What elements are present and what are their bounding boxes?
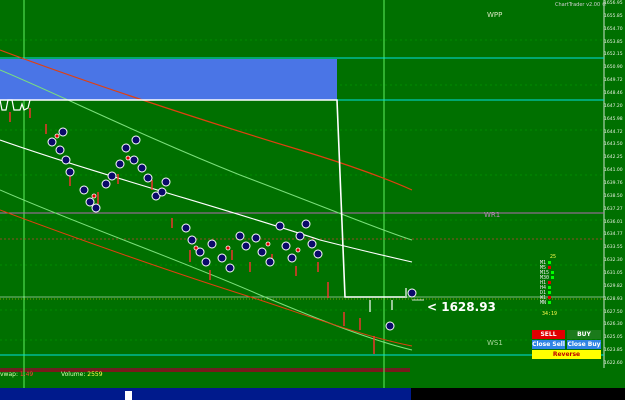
y-axis-label: 1643.50 <box>604 142 623 148</box>
volume-value: 2559 <box>87 371 103 378</box>
y-axis-label: 1654.70 <box>604 26 623 32</box>
y-axis-label: 1631.05 <box>604 271 623 276</box>
vwap-readout: vwap: 1.49 <box>0 371 33 378</box>
close-buy-button[interactable]: Close Buy <box>567 340 601 349</box>
y-axis-label: 1628.93 <box>604 296 623 302</box>
buy-button[interactable]: BUY <box>567 330 601 339</box>
footer-blue-bar <box>0 388 411 400</box>
y-axis-label: 1639.76 <box>604 181 623 186</box>
vwap-label: vwap: <box>0 371 18 378</box>
signal-indicator-icon <box>551 276 555 279</box>
wr1-level-label: WR1 <box>484 211 501 219</box>
y-axis-label: 1650.90 <box>604 65 623 71</box>
y-axis-label: 1641.00 <box>604 168 623 174</box>
app-version-label: ChartTrader v2.00 © <box>555 2 607 8</box>
y-axis-label: 1629.82 <box>604 283 623 289</box>
supply-zone <box>0 59 337 100</box>
wpp-level-label: WPP <box>487 11 503 19</box>
chart-background <box>0 0 604 368</box>
signal-indicator-icon <box>548 266 552 269</box>
y-axis-label: 1625.05 <box>604 335 623 341</box>
y-axis-label: 1644.72 <box>604 129 623 135</box>
reverse-button[interactable]: Reverse <box>532 350 601 359</box>
y-axis-label: 1647.20 <box>604 103 623 109</box>
signal-indicator-icon <box>548 296 552 299</box>
scroll-marker[interactable] <box>125 391 132 400</box>
y-axis-label: 1626.30 <box>604 322 623 328</box>
signal-indicator-icon <box>548 301 552 304</box>
y-axis-label: 1636.01 <box>604 219 623 225</box>
close-sell-button[interactable]: Close Sell <box>532 340 565 349</box>
y-axis-label: 1655.85 <box>604 13 623 19</box>
y-axis-label: 1634.77 <box>604 232 623 238</box>
ws1-level-label: WS1 <box>487 339 503 347</box>
sell-button[interactable]: SELL <box>532 330 565 339</box>
y-axis-label: 1642.25 <box>604 155 623 161</box>
y-axis-label: 1649.72 <box>604 78 623 84</box>
y-axis-label: 1653.85 <box>604 39 623 45</box>
signal-row: MN <box>540 300 552 306</box>
volume-label: Volume: <box>61 371 86 378</box>
y-axis-label: 1632.30 <box>604 258 623 264</box>
signal-indicator-icon <box>548 261 552 264</box>
y-axis-label: 1637.27 <box>604 206 623 212</box>
y-axis-label: 1638.50 <box>604 193 623 199</box>
y-axis-label: 1645.98 <box>604 116 623 122</box>
signal-indicator-icon <box>548 281 552 284</box>
y-axis-label: 1633.55 <box>604 245 623 251</box>
chart-area[interactable]: ChartTrader v2.00 © WPP WR1 WS1 < 1628.9… <box>0 0 625 400</box>
y-axis-label: 1652.15 <box>604 52 623 58</box>
current-price-label: < 1628.93 <box>427 300 496 314</box>
y-axis-label: 1623.85 <box>604 348 623 354</box>
y-axis-label: 1648.46 <box>604 91 623 96</box>
signal-indicator-icon <box>551 271 555 274</box>
y-axis-label: 1627.50 <box>604 309 623 315</box>
signal-indicator-icon <box>548 286 552 289</box>
signal-indicator-icon <box>548 291 552 294</box>
signal-timer: 34:19 <box>542 311 558 317</box>
vwap-value: 1.49 <box>19 371 34 378</box>
y-axis-label: 1622.60 <box>604 361 623 366</box>
volume-readout: Volume: 2559 <box>61 371 103 378</box>
y-axis-label: 1656.95 <box>604 1 623 6</box>
